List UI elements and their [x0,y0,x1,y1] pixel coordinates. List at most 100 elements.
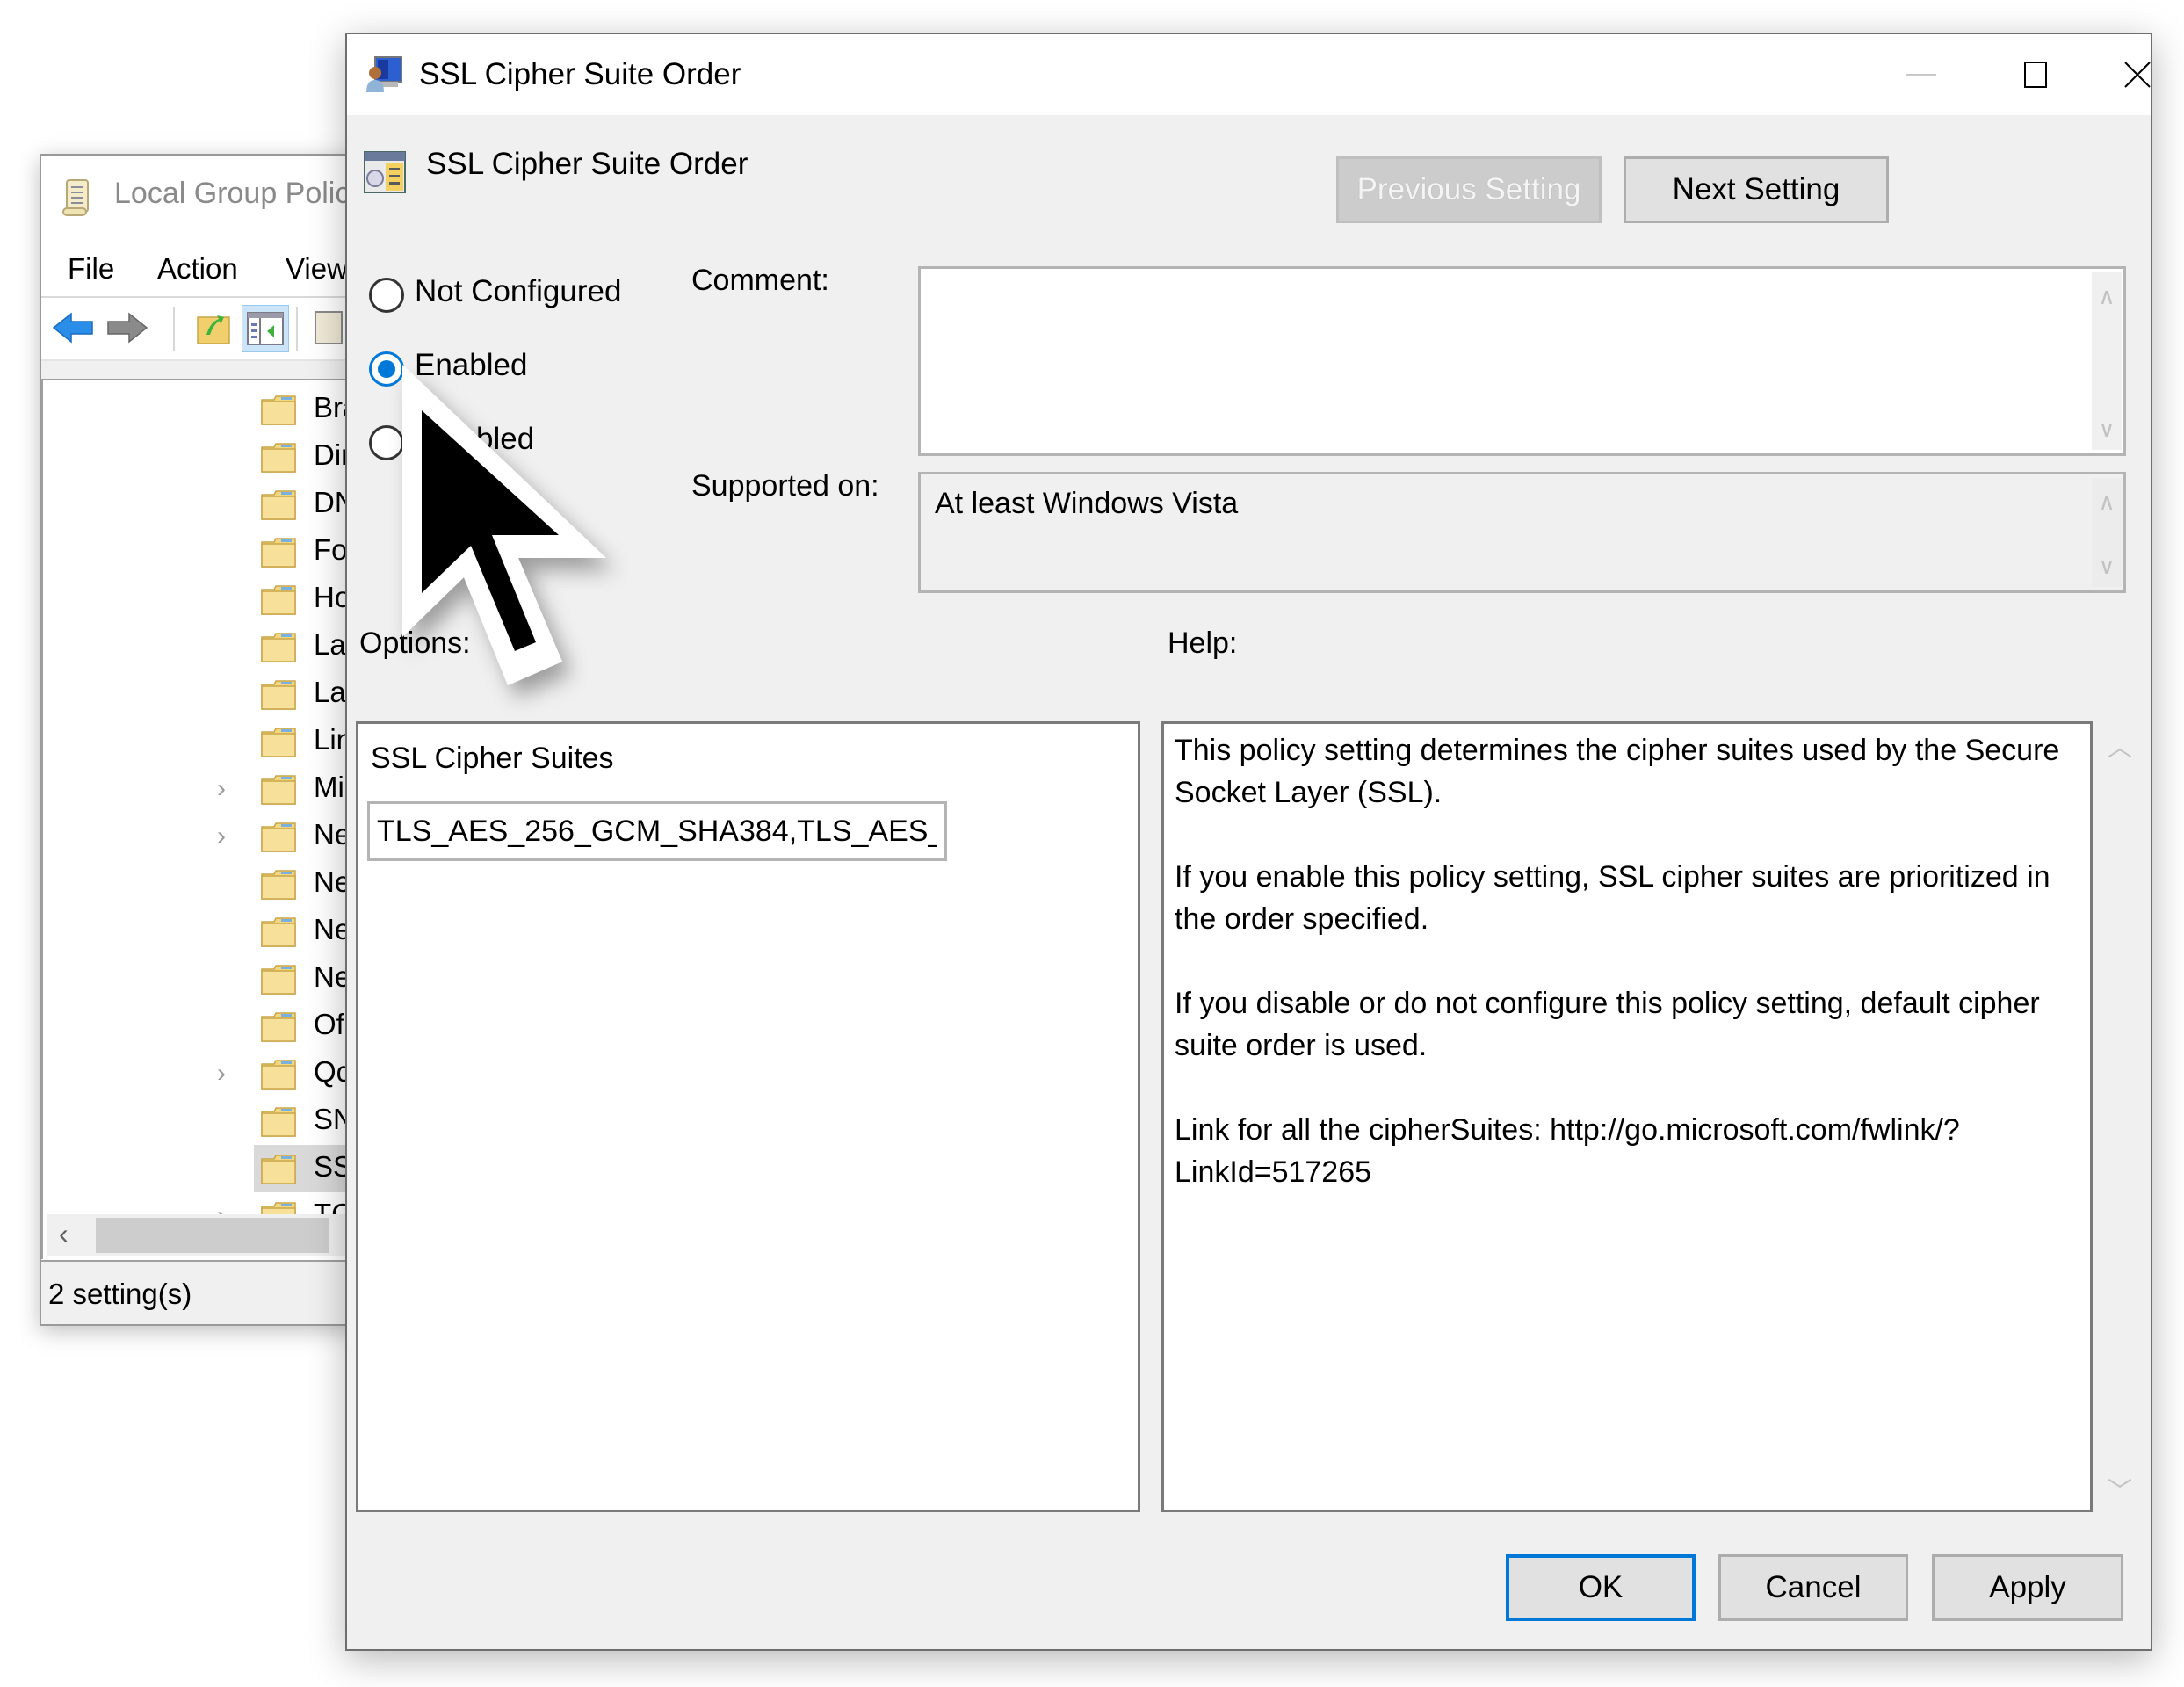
scroll-down-icon[interactable]: ∨ [2092,416,2122,443]
tree-item[interactable]: › Ne [43,813,393,860]
tree-item[interactable]: Lar [43,670,393,718]
up-folder-icon [197,315,230,344]
tree-item[interactable]: Dir [43,433,393,481]
folder-icon [261,1012,296,1042]
dialog-title: SSL Cipher Suite Order [419,57,741,91]
ssl-cipher-suites-label: SSL Cipher Suites [371,742,614,775]
comment-scrollbar[interactable]: ∧ ∨ [2092,272,2122,450]
radio-label-enabled[interactable]: Enabled [415,348,527,383]
tree-item[interactable]: Fo [43,528,393,576]
toolbar-separator [173,307,175,351]
toolbar-gap [41,361,393,379]
help-text: This policy setting determines the ciphe… [1175,729,2083,1235]
supported-on-label: Supported on: [691,469,879,503]
local-group-policy-editor-window: Local Group Polic File Action View Bra Di… [40,154,394,1326]
folder-icon [261,633,296,662]
help-scrollbar[interactable]: ︿ ﹀ [2095,723,2144,1512]
tree-item[interactable]: SSI [43,1145,393,1192]
radio-enabled[interactable] [369,351,404,387]
supported-on-scrollbar[interactable]: ∧ ∨ [2092,478,2122,587]
close-button[interactable] [2080,34,2184,115]
up-one-level-button[interactable] [191,305,236,351]
expand-chevron-icon[interactable]: › [217,822,226,851]
folder-icon [261,870,296,900]
tree-item[interactable]: › Qc [43,1050,393,1097]
minimize-button[interactable] [1864,34,1978,115]
help-paragraph: If you disable or do not configure this … [1175,987,2040,1062]
ok-button[interactable]: OK [1506,1554,1696,1621]
forward-arrow-icon [107,312,148,344]
setting-header-icon [364,151,406,193]
supported-on-value: At least Windows Vista [935,487,1239,520]
bg-window-title: Local Group Polic [114,177,351,210]
cancel-button[interactable]: Cancel [1718,1554,1908,1621]
tree-item[interactable]: DN [43,481,393,528]
folder-icon [261,680,296,710]
folder-icon [261,965,296,995]
next-setting-button[interactable]: Next Setting [1624,156,1889,223]
tree-item[interactable]: Ho [43,576,393,623]
folder-icon [261,1155,296,1184]
previous-setting-button[interactable]: Previous Setting [1336,156,1602,223]
help-label: Help: [1168,626,1238,660]
comment-textarea[interactable]: ∧ ∨ [918,266,2126,456]
tree-item[interactable]: Ne [43,955,393,1003]
bg-title-bar: Local Group Polic [41,156,393,243]
scroll-left-icon[interactable]: ‹ [59,1218,69,1250]
status-text: 2 setting(s) [48,1278,192,1310]
properties-button[interactable] [305,305,351,351]
scroll-up-icon[interactable]: ︿ [2095,728,2144,764]
tree-item[interactable]: Of [43,1003,393,1050]
help-paragraph: This policy setting determines the ciphe… [1175,734,2060,809]
tree-item[interactable]: › Mi [43,765,393,813]
tree-item-label: Mi [314,771,344,803]
status-bar: 2 setting(s) [41,1260,393,1324]
comment-label: Comment: [691,264,829,297]
folder-icon [261,1060,296,1090]
scrollbar-thumb[interactable] [96,1218,329,1253]
tree-item[interactable]: SN [43,1097,393,1145]
scroll-down-icon[interactable]: ∨ [2092,553,2122,580]
tree-item[interactable]: Lar [43,623,393,670]
folder-icon [261,728,296,757]
menu-bar: File Action View [41,243,393,298]
show-hide-console-tree-button[interactable] [242,305,289,352]
expand-chevron-icon[interactable]: › [217,774,226,804]
apply-button[interactable]: Apply [1932,1554,2123,1621]
toolbar-separator [296,307,298,351]
close-icon [2124,62,2151,88]
radio-not-configured[interactable] [369,278,404,313]
console-tree: Bra Dir DN Fo Ho Lar Lar Lin › Mi › Ne Ne Ne Ne Of › Qc SN… [41,379,393,1259]
folder-icon [261,1107,296,1137]
folder-icon [261,490,296,520]
scroll-down-icon[interactable]: ﹀ [2095,1472,2144,1507]
tree-item[interactable]: Ne [43,860,393,908]
ssl-cipher-suite-order-dialog: SSL Cipher Suite Order SSL Cipher Suite … [345,33,2152,1651]
forward-button[interactable] [105,305,150,351]
supported-on-field: At least Windows Vista ∧ ∨ [918,472,2126,593]
menu-file[interactable]: File [68,252,114,286]
scroll-up-icon[interactable]: ∧ [2092,283,2122,310]
radio-label-not-configured[interactable]: Not Configured [415,274,621,309]
folder-icon [261,822,296,852]
tree-item[interactable]: Bra [43,386,393,433]
minimize-icon [1906,74,1936,76]
tree-item-label: Of [314,1008,344,1040]
folder-icon [261,585,296,615]
radio-disabled[interactable] [369,425,404,460]
scroll-up-icon[interactable]: ∧ [2092,489,2122,516]
tree-item[interactable]: Lin [43,718,393,765]
radio-label-disabled[interactable]: Disabled [415,422,534,457]
back-arrow-icon [52,312,93,344]
menu-view[interactable]: View [286,252,348,286]
back-button[interactable] [50,305,96,351]
help-paragraph: Link for all the cipherSuites: http://go… [1175,1113,1960,1189]
folder-icon [261,917,296,947]
horizontal-scrollbar[interactable]: ‹ [47,1214,393,1256]
maximize-button[interactable] [1978,34,2093,115]
expand-chevron-icon[interactable]: › [217,1059,226,1089]
tree-item[interactable]: Ne [43,908,393,955]
ssl-cipher-suites-input[interactable] [367,801,947,861]
help-pane: This policy setting determines the ciphe… [1161,721,2093,1512]
menu-action[interactable]: Action [157,252,238,286]
